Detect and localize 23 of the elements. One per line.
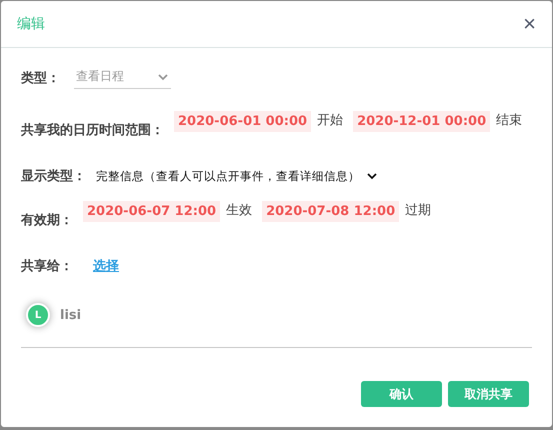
field-label: 共享我的日历时间范围： — [21, 122, 164, 139]
cancel-share-button[interactable]: 取消共享 — [448, 381, 529, 407]
date-suffix: 过期 — [405, 202, 432, 219]
close-button[interactable]: × — [523, 13, 536, 35]
date-suffix: 开始 — [317, 112, 344, 129]
user-name: lisi — [60, 308, 82, 322]
field-label: 共享给： — [21, 258, 73, 275]
display-type-select[interactable]: 完整信息（查看人可以点开事件，查看详细信息） — [96, 168, 360, 184]
field-label: 类型： — [21, 70, 60, 86]
date-suffix: 生效 — [226, 202, 252, 219]
field-label: 显示类型： — [21, 168, 86, 185]
date-suffix: 结束 — [496, 112, 522, 129]
date-tag: 2020-07-08 12:00 — [262, 201, 400, 222]
user-avatar: L — [26, 303, 50, 327]
field-label: 有效期： — [21, 212, 73, 229]
confirm-button[interactable]: 确认 — [361, 381, 442, 407]
date-tag: 2020-06-01 00:00 — [174, 111, 312, 132]
date-tag: 2020-06-07 12:00 — [83, 201, 220, 222]
type-select[interactable]: 查看日程 — [74, 66, 171, 89]
dialog-title: 编辑 — [17, 15, 45, 33]
select-placeholder: 查看日程 — [76, 68, 124, 85]
select-link[interactable]: 选择 — [93, 257, 119, 275]
date-tag: 2020-12-01 00:00 — [353, 111, 490, 132]
